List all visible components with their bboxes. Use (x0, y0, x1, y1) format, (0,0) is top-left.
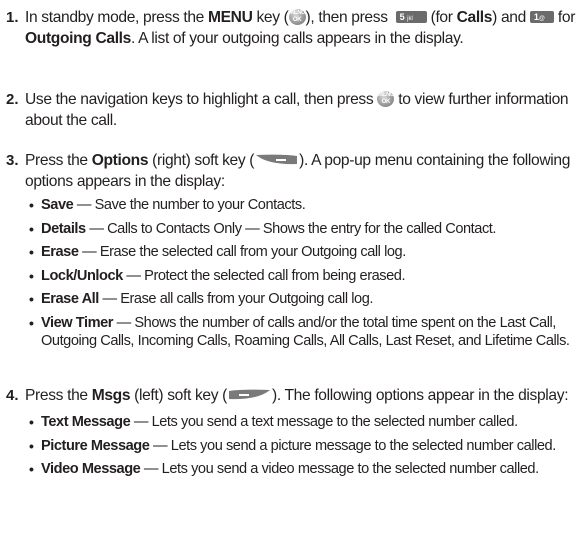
msgs-label: Msgs (91, 387, 131, 404)
list-item: Text Message — Lets you send a text mess… (25, 413, 581, 431)
key-label-sub: @ (538, 15, 546, 22)
option-label: Erase All (41, 291, 99, 308)
list-item: Picture Message — Lets you send a pictur… (25, 437, 581, 455)
option-label: Save (41, 197, 74, 213)
option-desc: — Lets you send a video message to the s… (140, 461, 539, 478)
option-label: Lock/Unlock (41, 267, 123, 284)
key-1-icon: 1@ (529, 10, 554, 23)
option-label: View Timer (41, 314, 114, 331)
right-soft-key-icon (256, 154, 298, 164)
ok-menu-key-icon: MENU OK (377, 90, 395, 107)
menu-key-label: MENU (207, 9, 253, 26)
key-label-bottom: OK (381, 98, 391, 105)
left-soft-key-icon (228, 389, 270, 399)
key-5-icon: 5 jkl (395, 10, 427, 23)
text-run: ), then press (305, 9, 392, 26)
text-run: ). The following options appear in the d… (271, 387, 569, 404)
options-list: Text Message — Lets you send a text mess… (25, 413, 581, 478)
option-label: Erase (41, 244, 79, 261)
step-text: Press the Options (right) soft key (). A… (25, 150, 581, 350)
text-run: key ( (252, 9, 289, 26)
key-label-bottom: OK (292, 16, 302, 23)
option-desc: — Lets you send a text message to the se… (130, 414, 518, 430)
option-desc: — Calls to Contacts Only — Shows the ent… (85, 220, 497, 237)
outgoing-calls-label: Outgoing Calls (25, 30, 131, 47)
text-run: . A list of your outgoing calls appears … (131, 30, 464, 47)
step-number: 4. (6, 387, 19, 404)
key-label-top: MENU (288, 9, 306, 16)
step-text: Press the Msgs (left) soft key ( ). The f… (25, 385, 581, 478)
option-label: Details (41, 220, 86, 237)
text-run: (for (426, 9, 457, 26)
list-item: Details — Calls to Contacts Only — Shows… (25, 220, 581, 238)
ok-menu-key-icon: MENU OK (288, 8, 306, 25)
option-desc: — Erase the selected call from your Outg… (78, 244, 406, 261)
text-run: (left) soft key ( (130, 387, 227, 404)
text-run: ) and (492, 9, 530, 26)
text-run: In standby mode, press the (25, 9, 208, 26)
option-desc: — Erase all calls from your Outgoing cal… (98, 291, 373, 308)
step-text: In standby mode, press the MENU key (MEN… (25, 7, 581, 49)
text-run: (right) soft key ( (148, 152, 255, 169)
option-label: Picture Message (41, 437, 150, 454)
manual-page: 1. In standby mode, press the MENU key (… (0, 0, 587, 556)
calls-label: Calls (456, 9, 493, 26)
list-item: View Timer — Shows the number of calls a… (25, 314, 581, 350)
list-item: Video Message — Lets you send a video me… (25, 460, 581, 478)
option-desc: — Protect the selected call from being e… (122, 267, 406, 284)
text-run: for (553, 9, 576, 26)
list-item: Erase All — Erase all calls from your Ou… (25, 290, 581, 308)
key-label-sub: jkl (407, 15, 413, 22)
step-text: Use the navigation keys to highlight a c… (25, 89, 581, 131)
key-label-main: 5 (399, 11, 405, 22)
options-label: Options (91, 152, 149, 169)
key-label-top: MENU (377, 91, 395, 98)
option-desc: — Shows the number of calls and/or the t… (41, 314, 570, 349)
option-label: Text Message (41, 414, 131, 430)
step-number: 2. (6, 91, 19, 108)
options-list: Save — Save the number to your Contacts.… (25, 196, 581, 350)
list-item: Lock/Unlock — Protect the selected call … (25, 267, 581, 285)
option-desc: — Save the number to your Contacts. (73, 197, 306, 213)
text-run: Press the (25, 387, 92, 404)
step-number: 3. (6, 152, 19, 169)
list-item: Save — Save the number to your Contacts. (25, 196, 581, 214)
text-run: Use the navigation keys to highlight a c… (25, 91, 378, 108)
text-run: Press the (25, 152, 92, 169)
step-number: 1. (6, 9, 19, 26)
option-desc: — Lets you send a picture message to the… (149, 437, 556, 454)
list-item: Erase — Erase the selected call from you… (25, 243, 581, 261)
option-label: Video Message (41, 461, 141, 478)
